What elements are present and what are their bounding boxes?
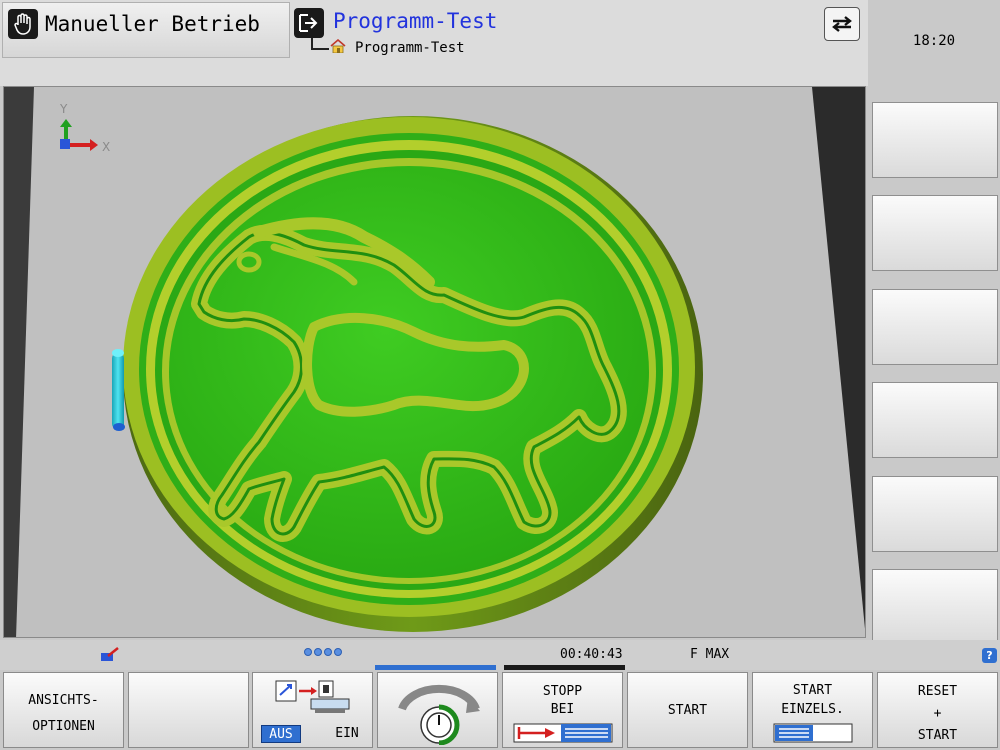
status-row: 00:40:43 F MAX ?	[0, 640, 1000, 670]
run-time: 00:40:43	[560, 647, 623, 662]
vertical-softkey-4[interactable]	[872, 382, 998, 458]
program-file-name: Programm-Test	[355, 40, 465, 56]
header-bar: Manueller Betrieb Programm-Test Programm…	[0, 0, 868, 86]
vertical-softkey-5[interactable]	[872, 476, 998, 552]
simulation-viewport[interactable]: X Y	[3, 86, 866, 638]
speed-dial-icon	[398, 684, 480, 745]
single-block-icon	[773, 723, 853, 743]
speed-dial-softkey[interactable]	[377, 672, 498, 748]
right-wall	[812, 87, 865, 629]
vertical-softkey-column: 18:20	[868, 0, 1000, 645]
block-skip-toggle-softkey[interactable]: AUS EIN	[252, 672, 373, 748]
x-axis-label: X	[102, 140, 110, 154]
vertical-softkey-6[interactable]	[872, 569, 998, 645]
vertical-softkey-1[interactable]	[872, 102, 998, 178]
stop-at-block-icon	[513, 723, 613, 743]
swap-screen-button[interactable]	[824, 7, 860, 41]
reset-start-softkey[interactable]: RESET + START	[877, 672, 998, 748]
clock: 18:20	[912, 33, 956, 49]
vertical-softkey-2[interactable]	[872, 195, 998, 271]
program-test-title: Programm-Test	[333, 9, 498, 33]
operating-mode-tab[interactable]: Manueller Betrieb	[2, 2, 290, 58]
ein-indicator: EIN	[335, 726, 359, 741]
softkey-bar: ANSICHTS- OPTIONEN AUS EIN STOPP BEI STA…	[0, 670, 1000, 750]
milling-tool	[112, 349, 125, 431]
left-wall	[4, 87, 34, 637]
view-options-softkey[interactable]: ANSICHTS- OPTIONEN	[3, 672, 124, 748]
stop-at-softkey[interactable]: STOPP BEI	[502, 672, 623, 748]
help-icon[interactable]: ?	[982, 648, 997, 663]
single-block-start-softkey[interactable]: START EINZELS.	[752, 672, 873, 748]
start-softkey[interactable]: START	[627, 672, 748, 748]
empty-softkey[interactable]	[128, 672, 249, 748]
activity-dots	[304, 648, 342, 656]
axis-triad: X Y	[59, 102, 110, 154]
y-axis-label: Y	[59, 102, 68, 116]
edit-pencil-icon	[101, 647, 119, 661]
vertical-softkey-3[interactable]	[872, 289, 998, 365]
workpiece-graphic: X Y	[4, 87, 865, 637]
feed-status: F MAX	[690, 647, 730, 662]
operating-mode-label: Manueller Betrieb	[45, 12, 260, 36]
aus-indicator: AUS	[261, 725, 301, 743]
skip-block-icon	[275, 680, 350, 713]
home-icon	[330, 39, 346, 53]
swap-arrows-icon	[832, 16, 852, 32]
tree-branch-line	[311, 38, 329, 50]
program-run-icon	[294, 8, 324, 38]
hand-icon	[8, 9, 38, 39]
